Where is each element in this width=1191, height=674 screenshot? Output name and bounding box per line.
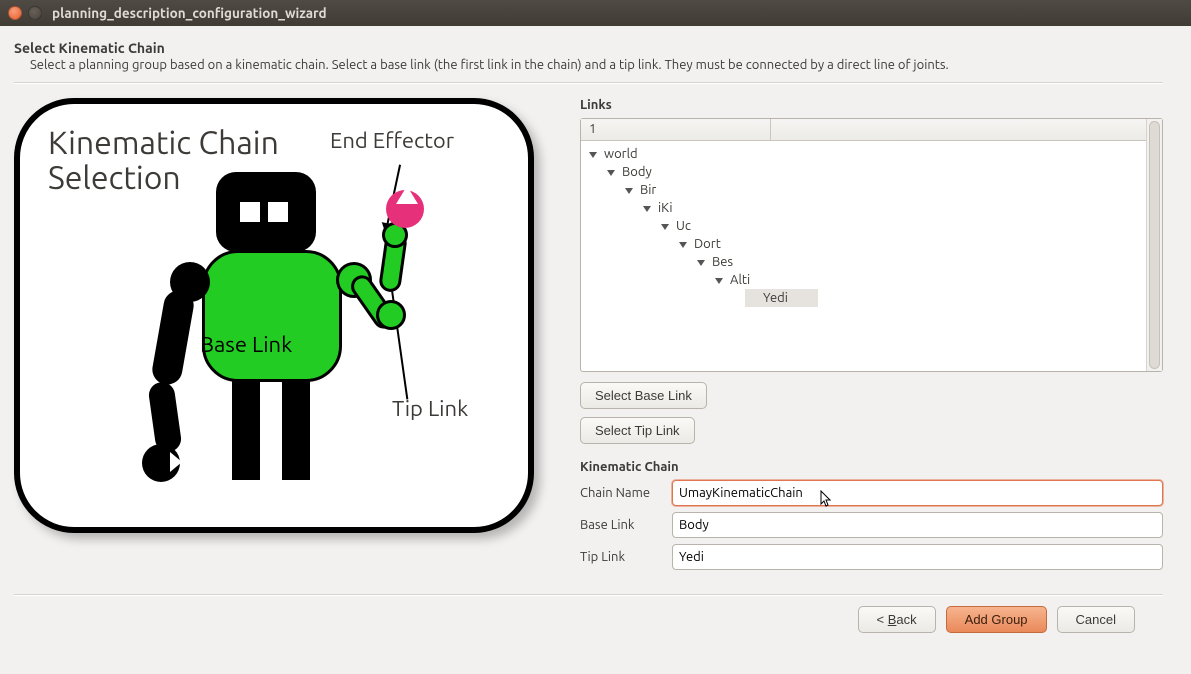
illustration-panel: Kinematic Chain Selection End Effector T… [14,98,554,576]
robot-illustration: Kinematic Chain Selection End Effector T… [14,98,534,533]
page-description: Select a planning group based on a kinem… [30,58,1163,72]
scrollbar[interactable] [1146,119,1162,371]
chain-name-label: Chain Name [580,486,672,500]
tree-node-iki[interactable]: iKi Uc Dort Bes Alti Yedi [643,199,1144,307]
links-heading: Links [580,98,1163,112]
minimize-window-icon[interactable] [28,6,42,20]
add-group-button[interactable]: Add Group [946,606,1047,633]
base-link-field-label: Base Link [580,518,672,532]
select-base-link-button[interactable]: Select Base Link [580,382,707,409]
tree-node-alti[interactable]: Alti Yedi [715,271,1144,307]
back-button[interactable]: < Back [858,606,936,633]
base-link-label: Base Link [200,332,292,357]
tip-link-field-label: Tip Link [580,550,672,564]
select-tip-link-button[interactable]: Select Tip Link [580,417,695,444]
end-effector-label: End Effector [330,128,454,153]
illus-title-1: Kinematic Chain [48,125,279,161]
tree-node-uc[interactable]: Uc Dort Bes Alti Yedi [661,217,1144,307]
links-tree[interactable]: 1 world Body Bir iKi Uc Dort [580,118,1163,372]
base-link-input[interactable] [672,512,1163,538]
tree-node-bir[interactable]: Bir iKi Uc Dort Bes Alti Yedi [625,181,1144,307]
tree-node-dort[interactable]: Dort Bes Alti Yedi [679,235,1144,307]
tree-column-header[interactable]: 1 [581,119,771,140]
page-title: Select Kinematic Chain [14,40,1163,56]
chain-name-input[interactable] [672,480,1163,506]
divider [14,82,1163,84]
illus-title-2: Selection [48,160,181,196]
footer-buttons: < Back Add Group Cancel [14,606,1163,633]
tree-node-yedi[interactable]: Yedi [733,289,1144,307]
tip-link-input[interactable] [672,544,1163,570]
window-titlebar: planning_description_configuration_wizar… [0,0,1191,26]
tree-node-body[interactable]: Body Bir iKi Uc Dort Bes Alti Ye [607,163,1144,307]
tree-header: 1 [581,119,1146,141]
cancel-button[interactable]: Cancel [1057,606,1135,633]
tip-link-label: Tip Link [392,396,468,421]
divider [14,594,1163,596]
arrow-icon [390,280,409,399]
tree-node-world[interactable]: world Body Bir iKi Uc Dort Bes Alti [589,145,1144,307]
close-window-icon[interactable] [8,6,22,20]
window-title: planning_description_configuration_wizar… [52,5,327,21]
kinematic-chain-heading: Kinematic Chain [580,460,1163,474]
tree-node-bes[interactable]: Bes Alti Yedi [697,253,1144,307]
